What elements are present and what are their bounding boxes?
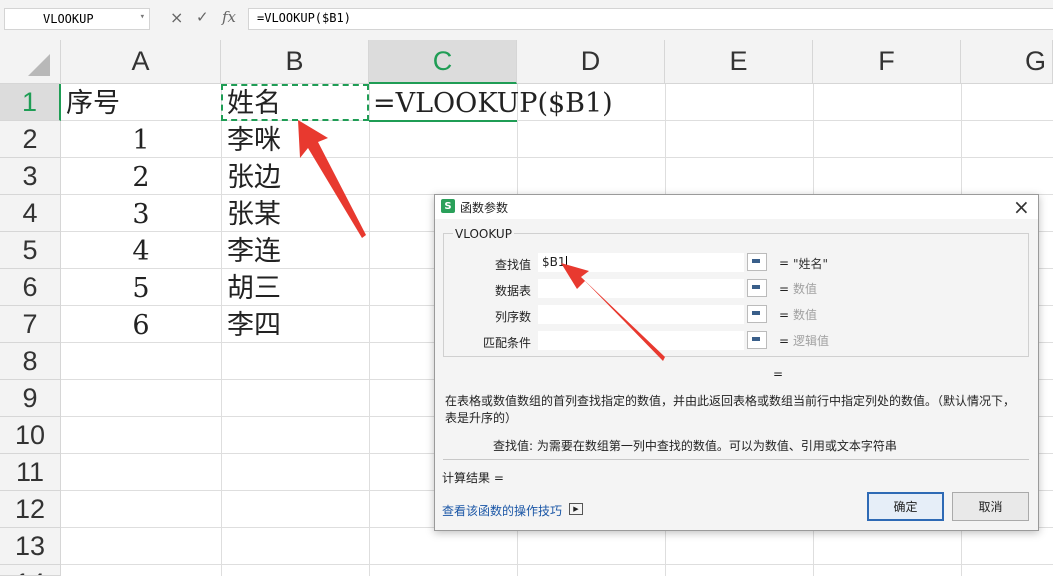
- row-header-11[interactable]: 11: [0, 454, 61, 491]
- row-header-2[interactable]: 2: [0, 121, 61, 158]
- reference-marquee: [221, 84, 369, 121]
- row-header-14[interactable]: 14: [0, 565, 61, 576]
- row-header-7[interactable]: 7: [0, 306, 61, 343]
- cell-b3[interactable]: 张边: [227, 159, 281, 196]
- param-result-range-lookup: 逻辑值: [793, 334, 830, 348]
- row-header-13[interactable]: 13: [0, 528, 61, 565]
- column-header-d[interactable]: D: [517, 40, 665, 84]
- cell-b2[interactable]: 李咪: [227, 122, 281, 159]
- column-header-b[interactable]: B: [221, 40, 369, 84]
- row-header-3[interactable]: 3: [0, 158, 61, 195]
- name-box-value: VLOOKUP: [43, 12, 94, 26]
- formula-input[interactable]: =VLOOKUP($B1): [248, 8, 1053, 30]
- cell-a3[interactable]: 2: [61, 159, 221, 196]
- row-header-4[interactable]: 4: [0, 195, 61, 232]
- function-arguments-dialog: S 函数参数 × VLOOKUP 查找值 $B1 = "姓名" 数据表 = 数值…: [434, 194, 1039, 531]
- active-cell-indicator: [369, 84, 517, 122]
- cell-a5[interactable]: 4: [61, 233, 221, 270]
- column-header-a[interactable]: A: [61, 40, 221, 84]
- dialog-title: 函数参数: [460, 201, 509, 215]
- param-label-range-lookup: 匹配条件: [482, 336, 531, 350]
- cancel-button[interactable]: 取消: [952, 492, 1029, 521]
- select-all-triangle-icon: [28, 54, 50, 76]
- collapse-range-icon[interactable]: [747, 253, 767, 271]
- confirm-formula-icon[interactable]: ✓: [196, 8, 209, 26]
- cell-a1[interactable]: 序号: [66, 85, 120, 122]
- param-equals: =: [779, 334, 790, 348]
- row-header-10[interactable]: 10: [0, 417, 61, 454]
- cell-a6[interactable]: 5: [61, 270, 221, 307]
- chevron-down-icon[interactable]: ▾: [140, 12, 145, 22]
- function-description-line: 表是升序的）: [445, 411, 518, 425]
- function-name-label: VLOOKUP: [453, 227, 514, 241]
- row-header-5[interactable]: 5: [0, 232, 61, 269]
- wps-sheet-icon: S: [441, 199, 455, 213]
- close-icon[interactable]: ×: [1013, 195, 1030, 219]
- select-all-button[interactable]: [0, 40, 61, 84]
- function-description: 在表格或数值数组的首列查找指定的数值，并由此返回表格或数组当前行中指定列处的数值…: [445, 393, 1030, 427]
- cell-a7[interactable]: 6: [61, 307, 221, 344]
- param-label-col-index: 列序数: [494, 310, 531, 324]
- video-play-icon[interactable]: ▶: [569, 503, 583, 515]
- dialog-title-bar[interactable]: [435, 195, 1038, 219]
- row-header-8[interactable]: 8: [0, 343, 61, 380]
- cell-b5[interactable]: 李连: [227, 233, 281, 270]
- cell-a2[interactable]: 1: [61, 122, 221, 159]
- name-box[interactable]: VLOOKUP ▾: [4, 8, 150, 30]
- param-equals: =: [779, 308, 790, 322]
- param-description: 查找值: 为需要在数组第一列中查找的数值。可以为数值、引用或文本字符串: [493, 439, 897, 453]
- cell-b4[interactable]: 张某: [227, 196, 281, 233]
- column-header-f[interactable]: F: [813, 40, 961, 84]
- row-header-9[interactable]: 9: [0, 380, 61, 417]
- param-result-lookup-value: "姓名": [793, 257, 829, 271]
- column-header-e[interactable]: E: [665, 40, 813, 84]
- param-label-table-array: 数据表: [494, 284, 531, 298]
- param-equals: =: [779, 282, 790, 296]
- annotation-arrow: [561, 263, 665, 361]
- ok-button[interactable]: 确定: [867, 492, 944, 521]
- collapse-range-icon[interactable]: [747, 331, 767, 349]
- collapse-range-icon[interactable]: [747, 305, 767, 323]
- grid-line: [61, 564, 1053, 565]
- column-header-c[interactable]: C: [369, 40, 517, 84]
- cell-a4[interactable]: 3: [61, 196, 221, 233]
- function-help-link[interactable]: 查看该函数的操作技巧: [442, 502, 562, 519]
- function-description-line: 在表格或数值数组的首列查找指定的数值，并由此返回表格或数组当前行中指定列处的数值…: [445, 394, 1016, 408]
- cell-b6[interactable]: 胡三: [227, 270, 281, 307]
- calculation-result: 计算结果 =: [442, 471, 504, 485]
- param-result-table-array: 数值: [793, 282, 818, 296]
- collapse-range-icon[interactable]: [747, 279, 767, 297]
- column-header-g[interactable]: G: [961, 40, 1053, 84]
- param-result-col-index: 数值: [793, 308, 818, 322]
- row-header-6[interactable]: 6: [0, 269, 61, 306]
- function-result-equals: =: [773, 367, 784, 381]
- row-header-12[interactable]: 12: [0, 491, 61, 528]
- insert-function-icon[interactable]: fx: [222, 8, 236, 26]
- row-header-1[interactable]: 1: [0, 84, 61, 121]
- annotation-arrow: [298, 120, 366, 238]
- param-label-lookup-value: 查找值: [494, 258, 531, 272]
- divider: [443, 459, 1029, 460]
- cell-b7[interactable]: 李四: [227, 307, 281, 344]
- param-equals: =: [779, 256, 790, 270]
- cancel-formula-icon[interactable]: ×: [170, 8, 183, 27]
